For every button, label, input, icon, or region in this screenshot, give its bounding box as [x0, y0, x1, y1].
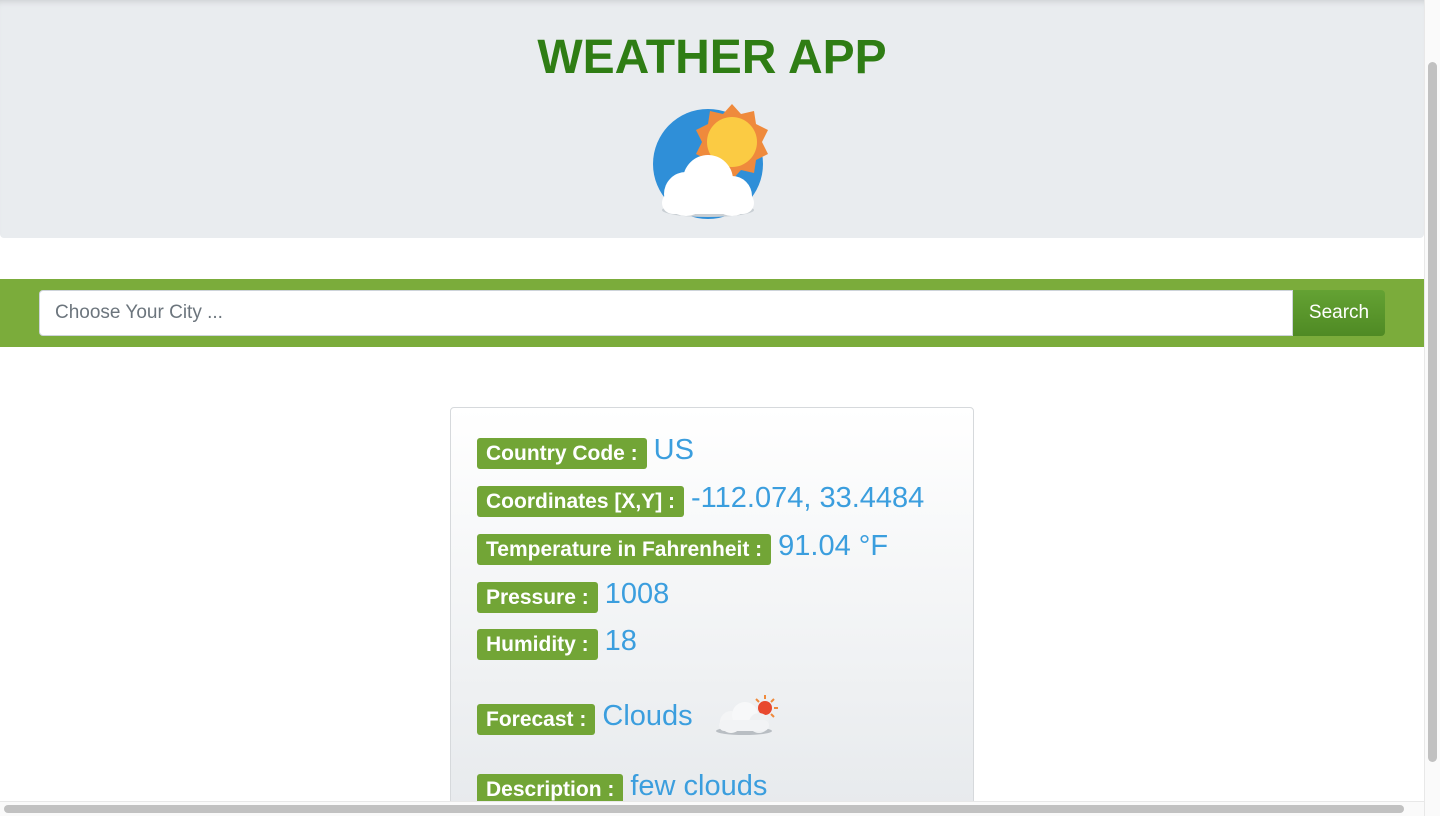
- country-code-row: Country Code : US: [477, 434, 694, 470]
- coordinates-value: -112.074, 33.4484: [691, 482, 925, 514]
- description-value: few clouds: [630, 770, 768, 802]
- country-code-label: Country Code :: [477, 438, 647, 469]
- forecast-label: Forecast :: [477, 703, 596, 735]
- humidity-label: Humidity :: [477, 629, 598, 660]
- coordinates-row: Coordinates [X,Y] : -112.074, 33.4484: [477, 482, 925, 518]
- pressure-label: Pressure :: [477, 582, 598, 613]
- forecast-value: Clouds: [602, 699, 693, 732]
- temperature-value: 91.04 °F: [778, 530, 889, 562]
- sun-behind-cloud-icon: [653, 104, 768, 219]
- forecast-row: Forecast : Clouds: [477, 695, 783, 740]
- pressure-value: 1008: [604, 578, 670, 610]
- temperature-label: Temperature in Fahrenheit :: [477, 534, 772, 565]
- weather-result-card: Country Code : US Coordinates [X,Y] : -1…: [450, 407, 974, 816]
- humidity-value: 18: [604, 625, 637, 657]
- city-search-input[interactable]: [39, 290, 1293, 336]
- pressure-row: Pressure : 1008: [477, 578, 670, 614]
- country-code-value: US: [653, 434, 694, 466]
- page: WEATHER APP Search Country Code : US: [0, 0, 1440, 816]
- search-bar: Search: [0, 279, 1424, 347]
- temperature-row: Temperature in Fahrenheit : 91.04 °F: [477, 530, 889, 566]
- coordinates-label: Coordinates [X,Y] :: [477, 486, 685, 517]
- app-title: WEATHER APP: [537, 31, 887, 84]
- header-jumbotron: WEATHER APP: [0, 0, 1424, 238]
- humidity-row: Humidity : 18: [477, 625, 637, 661]
- vertical-scrollbar-thumb[interactable]: [1428, 62, 1437, 762]
- partly-cloudy-icon: [715, 695, 778, 735]
- search-button[interactable]: Search: [1293, 290, 1385, 336]
- horizontal-scrollbar-thumb[interactable]: [4, 805, 1404, 813]
